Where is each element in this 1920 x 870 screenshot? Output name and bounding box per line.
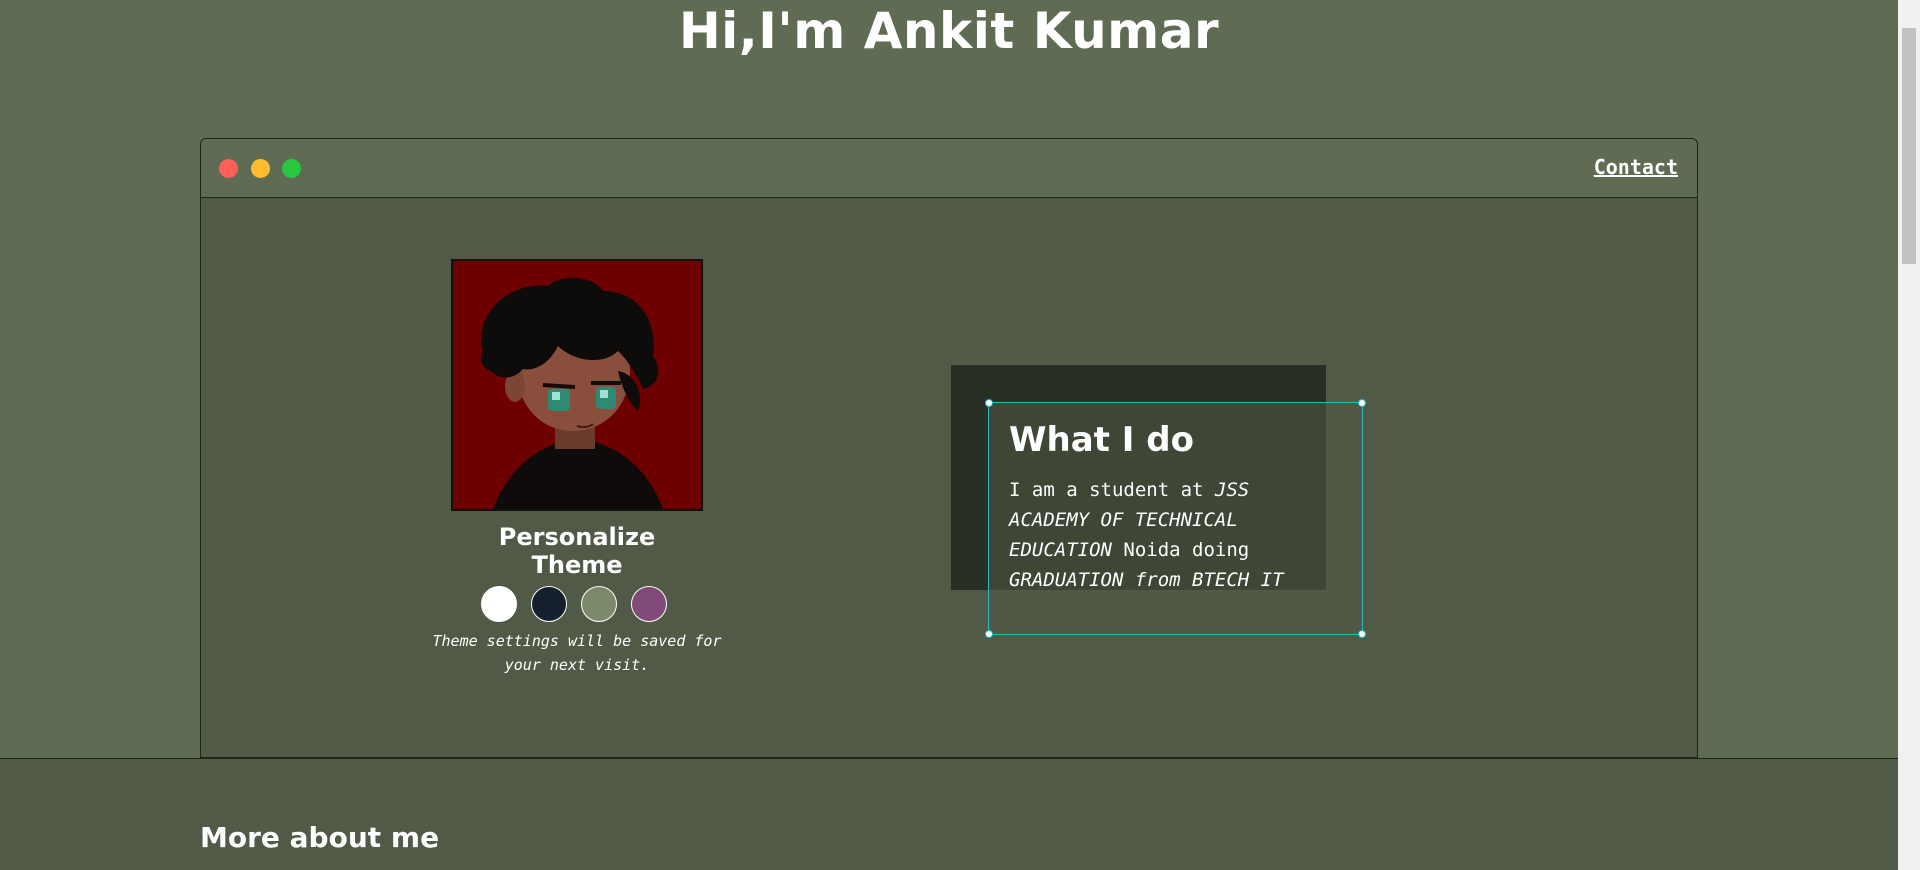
- text-part: Noida doing: [1111, 539, 1250, 561]
- theme-swatch-blue[interactable]: [531, 586, 567, 622]
- personalize-theme-title: Personalize Theme: [498, 523, 656, 579]
- what-i-do-title: What I do: [1009, 420, 1194, 460]
- what-i-do-card: What I do I am a student at JSS ACADEMY …: [985, 399, 1366, 638]
- cartoon-avatar-icon: [453, 261, 701, 509]
- close-dot-icon: [219, 159, 238, 178]
- theme-swatch-green[interactable]: [581, 586, 617, 622]
- page: Hi,I'm Ankit Kumar Contact Personalize T…: [0, 0, 1920, 870]
- browser-window-mockup: Contact Personalize Theme Theme settings…: [200, 138, 1698, 758]
- avatar: [451, 259, 703, 511]
- scrollbar-thumb[interactable]: [1902, 28, 1916, 264]
- what-i-do-text: I am a student at JSS ACADEMY OF TECHNIC…: [1009, 475, 1329, 595]
- resize-handle[interactable]: [985, 630, 993, 638]
- resize-handle[interactable]: [1358, 399, 1366, 407]
- more-about-title: More about me: [200, 821, 440, 854]
- theme-swatches: [481, 586, 677, 624]
- minimize-dot-icon: [251, 159, 270, 178]
- resize-handle[interactable]: [1358, 630, 1366, 638]
- degree-name: GRADUATION from BTECH IT: [1009, 569, 1284, 591]
- theme-swatch-purple[interactable]: [631, 586, 667, 622]
- page-title: Hi,I'm Ankit Kumar: [678, 2, 1220, 60]
- theme-settings-note: Theme settings will be saved for your ne…: [432, 632, 722, 674]
- maximize-dot-icon: [282, 159, 301, 178]
- resize-handle[interactable]: [985, 399, 993, 407]
- theme-swatch-light[interactable]: [481, 586, 517, 622]
- more-about-section: More about me: [0, 758, 1898, 870]
- window-titlebar: Contact: [201, 139, 1697, 198]
- scrollbar[interactable]: [1898, 0, 1920, 870]
- contact-link[interactable]: Contact: [1594, 155, 1678, 179]
- text-part: I am a student at: [1009, 479, 1215, 501]
